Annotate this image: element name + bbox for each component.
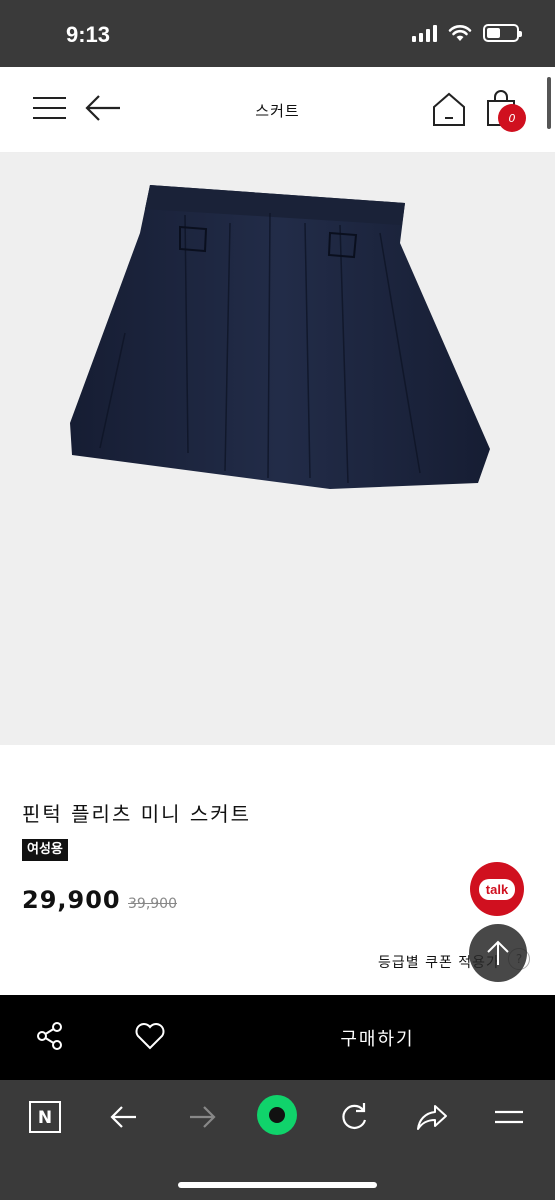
product-name: 핀턱 플리츠 미니 스커트 (22, 802, 252, 826)
page-title: 스커트 (255, 102, 300, 120)
naver-label: N (38, 1108, 52, 1128)
share-icon[interactable] (36, 1021, 64, 1051)
scroll-top-button[interactable] (469, 924, 527, 982)
talk-label: talk (478, 878, 516, 900)
share-arrow-icon[interactable] (415, 1100, 449, 1134)
green-dot-icon[interactable] (255, 1093, 299, 1137)
talk-chat-button[interactable]: talk (470, 862, 524, 916)
forward-icon (190, 1106, 216, 1128)
status-bar: 9:13 (0, 0, 555, 67)
skirt-image (70, 185, 490, 489)
home-icon[interactable] (432, 91, 466, 127)
arrow-up-icon (487, 940, 509, 965)
back-icon[interactable] (108, 1100, 140, 1134)
naver-icon[interactable]: N (28, 1100, 62, 1134)
status-icons (412, 24, 522, 42)
buy-button[interactable]: 구매하기 (300, 995, 455, 1080)
scroll-indicator (547, 77, 551, 129)
battery-icon (483, 24, 522, 42)
refresh-icon[interactable] (338, 1100, 370, 1134)
signal-icon (412, 24, 437, 42)
home-indicator (178, 1182, 377, 1188)
menu-icon[interactable] (493, 1100, 525, 1134)
status-time: 9:13 (66, 22, 111, 47)
battery-fill (487, 28, 500, 38)
cart-count-badge: 0 (498, 104, 526, 132)
product-image[interactable] (0, 153, 555, 745)
sale-price: 29,900 (22, 886, 121, 914)
wifi-icon (448, 25, 472, 41)
purchase-bar: 구매하기 (0, 995, 555, 1080)
heart-icon[interactable] (134, 1021, 166, 1051)
app-header: 스커트 (0, 67, 555, 153)
original-price: 39,900 (128, 896, 177, 912)
gender-badge: 여성용 (22, 839, 68, 861)
